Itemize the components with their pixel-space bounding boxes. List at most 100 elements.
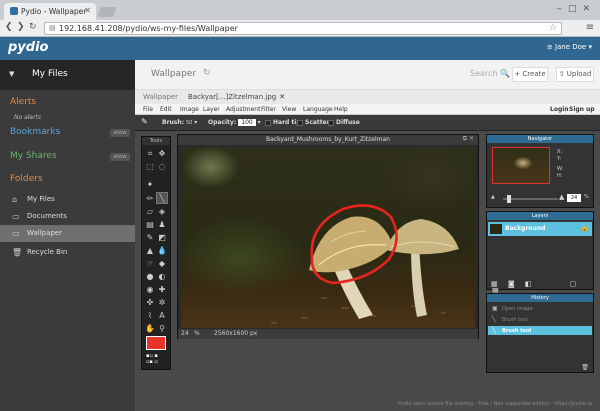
zoom-slider-knob[interactable]	[507, 195, 511, 203]
tab-wallpaper[interactable]: Wallpaper	[143, 93, 178, 101]
navigator-thumbnail[interactable]	[492, 147, 550, 184]
refresh-icon[interactable]: ↻	[203, 68, 211, 78]
layer-style-icon[interactable]: ◧	[525, 280, 534, 288]
layers-title: Layers	[487, 212, 593, 220]
workspace-selector[interactable]: ▼ My Files	[0, 60, 135, 90]
window-buttons[interactable]: ⧉ ✕	[463, 135, 474, 143]
marquee-tool-icon[interactable]: ⬚	[144, 161, 156, 173]
menu-file[interactable]: File	[143, 106, 153, 113]
layer-row[interactable]: Background 🔒	[488, 222, 592, 236]
scatter-checkbox[interactable]: Scatter	[297, 119, 330, 126]
layer-mask-icon[interactable]: ◙	[508, 280, 517, 288]
menu-image[interactable]: Image	[180, 106, 199, 113]
brush-icon: ╲	[492, 316, 496, 323]
history-label: Brush tool	[502, 328, 532, 334]
menu-filter[interactable]: Filter	[261, 106, 276, 113]
pinch-tool-icon[interactable]: ✲	[156, 297, 168, 309]
upload-button[interactable]: ⇧ Upload	[556, 67, 594, 82]
tab-image-file[interactable]: Backyar[...]Zitzelman.jpg ✕	[188, 93, 285, 101]
menu-view[interactable]: View	[282, 106, 296, 113]
back-icon[interactable]: ❮	[5, 22, 13, 32]
image-window: Backyard_Mushrooms_by_Kurt_Zitzelman ⧉ ✕	[177, 134, 479, 339]
search-field[interactable]: Search 🔍	[470, 69, 510, 78]
layer-options-icon[interactable]: ▦	[491, 280, 500, 288]
pencil-tool-icon[interactable]: ✏	[144, 193, 156, 205]
zoom-slider[interactable]	[503, 195, 558, 203]
drawing-tool-icon[interactable]: ◩	[156, 232, 168, 244]
color-replace-tool-icon[interactable]: ✎	[144, 232, 156, 244]
canvas-status-bar: 24 % 2560x1600 px	[178, 329, 478, 339]
photo-canvas[interactable]	[181, 147, 475, 328]
shares-show-button[interactable]: show	[110, 153, 130, 161]
dodge-tool-icon[interactable]: ●	[144, 271, 156, 283]
shares-title: My Shares	[10, 151, 57, 161]
canvas-zoom-value[interactable]: 24	[181, 330, 189, 337]
browser-menu-icon[interactable]: ≡	[586, 22, 594, 33]
menu-help[interactable]: Help	[334, 106, 348, 113]
hand-tool-icon[interactable]: ✋	[144, 323, 156, 335]
folder-item-documents[interactable]: ▭ Documents	[0, 208, 135, 225]
new-layer-icon[interactable]: ▢	[570, 280, 579, 288]
diffuse-checkbox[interactable]: Diffuse	[328, 119, 360, 126]
opacity-control[interactable]: Opacity: 100 ▾	[208, 119, 261, 126]
foreground-color-swatch[interactable]	[146, 336, 166, 350]
history-item[interactable]: ▣ Open image	[488, 304, 592, 313]
zoom-in-icon[interactable]: ▲	[559, 193, 564, 201]
reload-icon[interactable]: ↻	[29, 22, 37, 32]
type-tool-icon[interactable]: A	[156, 310, 168, 322]
smudge-tool-icon[interactable]: ☞	[144, 258, 156, 270]
signup-link[interactable]: Sign up	[569, 106, 595, 113]
history-delete-icon[interactable]: 🗑	[581, 364, 589, 371]
zoom-out-icon[interactable]: ▲	[491, 194, 495, 200]
close-tab-icon[interactable]: ✕	[84, 6, 91, 15]
burn-tool-icon[interactable]: ◐	[156, 271, 168, 283]
menu-layer[interactable]: Layer	[203, 106, 220, 113]
menu-language[interactable]: Language	[303, 106, 333, 113]
menu-edit[interactable]: Edit	[160, 106, 172, 113]
blur-tool-icon[interactable]: 💧	[156, 245, 168, 257]
sponge-tool-icon[interactable]: ◆	[156, 258, 168, 270]
menu-adjustment[interactable]: Adjustment	[226, 106, 260, 113]
close-tab-icon[interactable]: ✕	[279, 93, 285, 101]
zoom-value-input[interactable]: 24	[567, 194, 581, 202]
redeye-tool-icon[interactable]: ◉	[144, 284, 156, 296]
hard-tip-checkbox[interactable]: Hard tip	[265, 119, 301, 126]
zoom-tool-icon[interactable]: ⚲	[156, 323, 168, 335]
bookmarks-show-button[interactable]: show	[110, 129, 130, 137]
checkbox-box	[328, 119, 334, 126]
forward-icon[interactable]: ❯	[17, 22, 25, 32]
folder-label: My Files	[27, 195, 55, 203]
bucket-tool-icon[interactable]: ◈	[156, 206, 168, 218]
stamp-tool-icon[interactable]: ♟	[156, 219, 168, 231]
brush-tool-icon[interactable]: ╲	[156, 192, 168, 204]
eraser-tool-icon[interactable]: ▱	[144, 206, 156, 218]
crop-tool-icon[interactable]: ⌗	[144, 148, 156, 160]
move-tool-icon[interactable]: ✥	[156, 148, 168, 160]
history-item[interactable]: ╲ Brush tool	[488, 315, 592, 324]
picker-tool-icon[interactable]: ⌇	[144, 310, 156, 322]
folder-item-wallpaper[interactable]: ▭ Wallpaper	[0, 225, 135, 242]
folder-item-my-files[interactable]: ⌂ My Files	[0, 191, 135, 208]
spot-heal-tool-icon[interactable]: ✚	[156, 284, 168, 296]
pydio-logo[interactable]: pydio	[8, 40, 48, 55]
new-tab-button[interactable]	[97, 7, 117, 17]
checkbox-box	[265, 119, 271, 126]
bloat-tool-icon[interactable]: ✜	[144, 297, 156, 309]
create-button[interactable]: + Create	[512, 67, 548, 82]
window-controls[interactable]: ‒□✕	[556, 4, 596, 14]
color-swap-icons[interactable]: ▪▫ ▪ ▫▪ ▫	[146, 353, 158, 365]
drop-tool-icon[interactable]: ▲	[144, 245, 156, 257]
folder-item-recycle-bin[interactable]: 🗑 Recycle Bin	[0, 244, 135, 261]
url-input[interactable]: ▤ 192.168.41.208/pydio/ws-my-files/Wallp…	[44, 22, 562, 35]
lasso-tool-icon[interactable]: ◌	[156, 161, 168, 173]
history-item-active[interactable]: ╲ Brush tool	[488, 326, 592, 335]
gradient-tool-icon[interactable]: ▤	[144, 219, 156, 231]
user-menu[interactable]: ≡ Jane Doe ▾	[547, 43, 592, 51]
caret-down-icon: ▼	[9, 70, 15, 78]
wand-tool-icon[interactable]: ✦	[144, 179, 156, 191]
search-icon[interactable]: 🔍	[500, 69, 510, 78]
bookmark-star-icon[interactable]: ☆	[549, 23, 557, 33]
browser-tab[interactable]: Pydio - Wallpaper ✕	[4, 3, 96, 20]
page-info-icon[interactable]: ▤	[49, 24, 56, 32]
brush-options[interactable]: Brush: 50 ▾	[162, 119, 197, 126]
